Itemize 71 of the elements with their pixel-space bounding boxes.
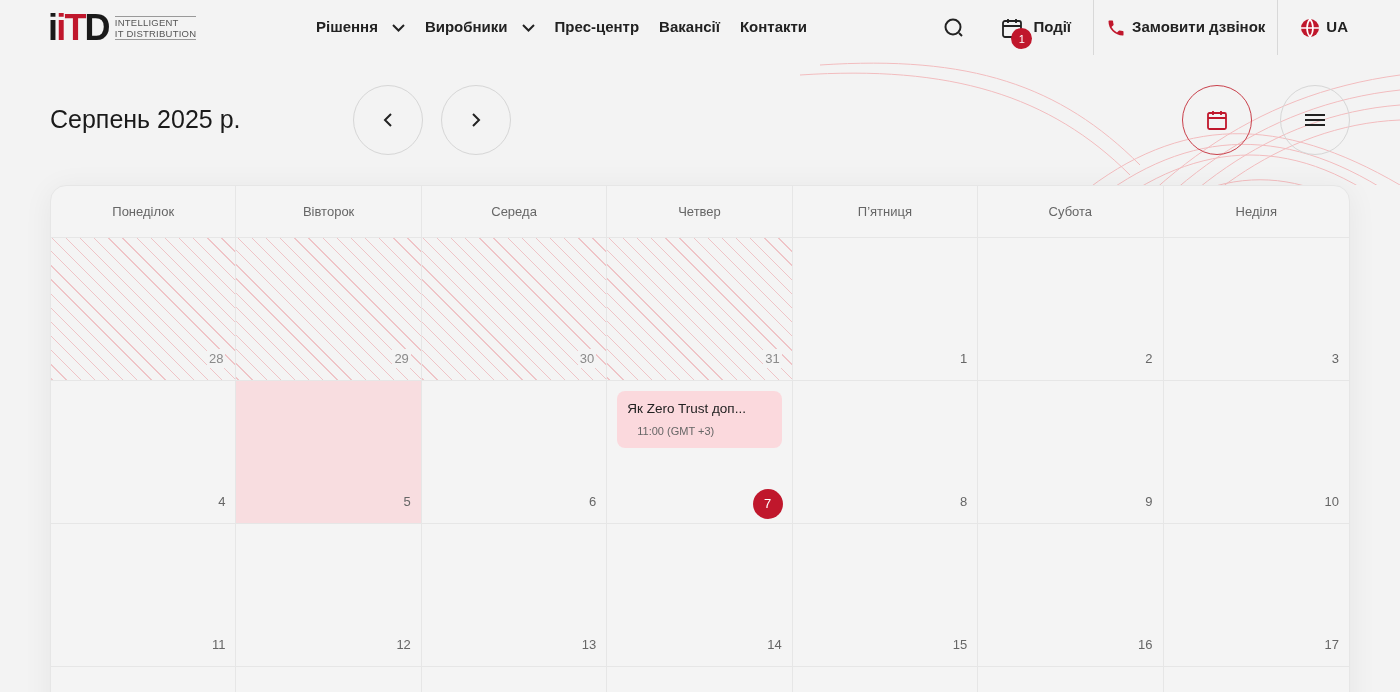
menu-icon [1304,112,1326,128]
event-title: Як Zero Trust доп... [627,400,747,418]
day-cell[interactable]: 11 [51,524,237,666]
chevron-right-icon [471,112,481,128]
weekday-header: Вівторок [302,202,355,221]
nav-link[interactable]: Контакти [739,16,808,39]
day-cell[interactable]: 31 [607,238,793,380]
day-number: 2 [1145,349,1153,368]
day-cell[interactable]: 2 [978,238,1164,380]
day-cell[interactable]: 10 [1163,381,1349,523]
day-number: 15 [952,635,968,654]
chevron-left-icon [383,112,393,128]
day-number: 12 [396,635,411,654]
weekday-header: П’ятниця [857,202,912,221]
day-cell[interactable]: 9 [978,381,1164,523]
weekday-header: Четвер [678,202,721,221]
weekday-header: Середа [491,202,537,221]
notification-badge: 1 [1011,28,1033,50]
chevron-down-icon [391,23,405,32]
day-cell[interactable]: 8 [792,381,979,523]
day-cell[interactable]: 3 [1163,238,1349,380]
day-cell[interactable]: 5 [236,381,422,523]
day-number: 28 [206,348,226,368]
day-cell[interactable]: 13 [421,524,608,666]
logo-tagline: INTELLIGENT [114,16,180,28]
day-number: 29 [392,348,411,368]
day-cell[interactable]: 28 [51,238,237,380]
day-cell[interactable]: 12 [236,524,422,666]
calendar-icon [1206,109,1228,131]
day-number: 8 [959,492,968,511]
day-number: 9 [1145,492,1153,511]
today-marker: 7 [752,489,783,519]
day-number: 5 [403,492,411,511]
day-cell[interactable]: 17 [1163,524,1349,666]
event-card[interactable]: Як Zero Trust доп... 11:00 (GMT +3) [617,391,782,448]
day-cell[interactable]: 6 [421,381,608,523]
day-cell[interactable]: 15 [792,524,979,666]
day-number: 10 [1324,492,1339,511]
weekday-header: Неділя [1235,202,1277,221]
event-time: 11:00 (GMT +3) [636,424,716,440]
events-link[interactable]: Події [1033,16,1072,39]
weekday-header: Понеділок [112,202,175,221]
day-cell[interactable]: 14 [607,524,793,666]
day-cell[interactable]: 1 [792,238,979,380]
day-number: 1 [959,349,968,368]
day-number: 30 [577,348,597,368]
day-number: 17 [1324,635,1339,654]
day-cell[interactable]: 29 [236,238,422,380]
day-number: 14 [767,635,782,654]
globe-icon [1300,17,1321,38]
day-number: 31 [763,348,782,368]
logo-mark[interactable]: iiTD [48,9,109,46]
chevron-down-icon [521,23,535,32]
month-title: Серпень 2025 р. [50,104,242,136]
day-number: 16 [1138,635,1153,654]
day-cell[interactable]: Як Zero Trust доп... 11:00 (GMT +3) 7 [607,381,793,523]
day-number: 3 [1331,349,1339,368]
logo-tagline: IT DISTRIBUTION [114,27,197,39]
nav-link[interactable]: Виробники [424,16,535,39]
day-number: 13 [581,635,597,654]
day-number: 6 [589,492,597,511]
nav-link[interactable]: Рішення [316,16,405,39]
weekday-header: Субота [1048,202,1093,221]
day-cell[interactable]: 16 [978,524,1164,666]
nav-link[interactable]: Прес-центр [554,16,640,39]
day-number: 4 [218,492,226,511]
language-button[interactable]: UA [1278,16,1352,39]
day-cell[interactable]: 30 [421,238,608,380]
call-button[interactable]: Замовити дзвінок [1094,16,1278,39]
day-number: 11 [211,635,226,654]
nav-link[interactable]: Вакансії [659,16,720,39]
